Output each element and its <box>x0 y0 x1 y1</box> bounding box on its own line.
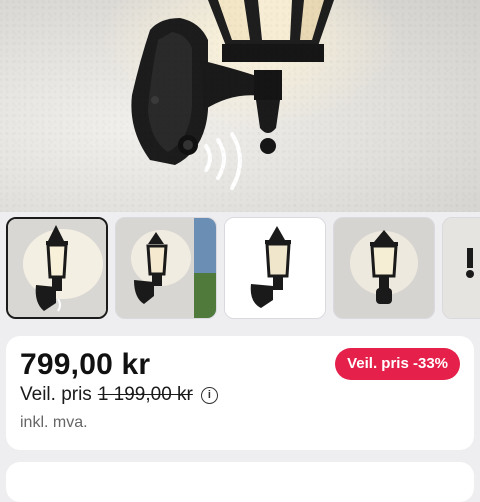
thumbnail-lantern-white-background[interactable] <box>224 217 326 319</box>
reference-price-label: Veil. pris <box>20 384 92 405</box>
vat-note: inkl. mva. <box>20 414 88 431</box>
lantern-thumb-icon <box>334 218 434 318</box>
thumbnail-strip[interactable] <box>0 214 480 322</box>
lantern-thumb-icon <box>116 218 216 318</box>
lantern-thumb-icon <box>225 218 325 318</box>
lantern-thumb-icon <box>443 218 480 318</box>
info-icon[interactable]: i <box>200 386 218 404</box>
product-hero-image[interactable] <box>0 0 480 212</box>
discount-badge: Veil. pris -33% <box>335 348 460 380</box>
reference-price-value: 1 199,00 kr <box>97 384 193 405</box>
thumbnail-lantern-night-sensor[interactable] <box>6 217 108 319</box>
reference-price-row: Veil. pris 1 199,00 kr i <box>20 384 218 406</box>
thumbnail-lantern-partial[interactable] <box>442 217 480 319</box>
thumbnail-lantern-front-view[interactable] <box>333 217 435 319</box>
next-section-card <box>6 462 474 502</box>
thumbnail-lantern-wall-garden[interactable] <box>115 217 217 319</box>
price-card: 799,00 kr Veil. pris -33% Veil. pris 1 1… <box>6 336 474 450</box>
lantern-thumb-icon <box>8 219 106 317</box>
current-price: 799,00 kr <box>20 348 151 381</box>
wall-texture <box>0 0 480 212</box>
